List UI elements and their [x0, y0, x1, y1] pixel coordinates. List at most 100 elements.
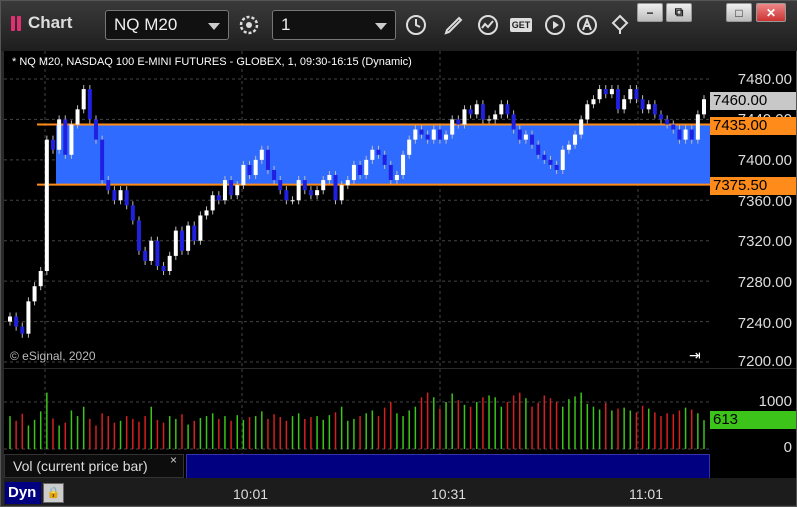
price-chart[interactable]: * NQ M20, NASDAQ 100 E-MINI FUTURES - GL…	[4, 51, 710, 368]
title-bar: Chart NQ M20 1 GET − ⧉ □ ✕	[1, 1, 797, 51]
volume-tick: 1000	[758, 393, 792, 410]
candle-body	[81, 89, 86, 110]
candle-body	[308, 190, 313, 196]
candle-body	[198, 215, 203, 241]
play-icon[interactable]	[540, 10, 570, 40]
candle-body	[241, 164, 246, 186]
candle-body	[75, 109, 80, 125]
maximize-icon: □	[735, 5, 743, 20]
window-title: Chart	[28, 13, 73, 32]
copyright-text: © eSignal, 2020	[10, 349, 96, 363]
study-icon[interactable]	[473, 10, 503, 40]
candle-body	[622, 99, 627, 110]
price-zone	[56, 124, 710, 185]
candle-body	[136, 220, 141, 251]
chart-header: * NQ M20, NASDAQ 100 E-MINI FUTURES - GL…	[12, 56, 412, 68]
settings-icon[interactable]	[234, 10, 264, 40]
maximize-button[interactable]: □	[726, 3, 752, 22]
candle-body	[179, 230, 184, 251]
candle-body	[216, 195, 221, 201]
candle-body	[167, 255, 172, 272]
candle-body	[364, 159, 369, 176]
candle-body	[603, 89, 608, 95]
candle-body	[321, 180, 326, 191]
chart-window: Chart NQ M20 1 GET − ⧉ □ ✕ * NQ M20, NAS…	[0, 0, 797, 507]
volume-tick: 0	[783, 439, 792, 456]
volume-study-label[interactable]: Vol (current price bar)	[4, 454, 184, 478]
candle-body	[536, 144, 541, 155]
clock-icon[interactable]	[401, 10, 431, 40]
minimize-button[interactable]: −	[637, 3, 663, 22]
candle-body	[118, 190, 123, 201]
candle-body	[665, 119, 670, 125]
upper-line-flag: 7435.00	[710, 117, 796, 135]
candle-body	[499, 104, 504, 115]
candle-body	[253, 159, 258, 176]
candle-body	[628, 89, 633, 100]
candle-body	[530, 134, 535, 145]
candle-body	[112, 190, 117, 201]
candle-body	[235, 185, 240, 196]
candle-body	[401, 154, 406, 176]
candle-body	[591, 99, 596, 105]
scroll-to-end-icon[interactable]: ⇥	[689, 347, 701, 364]
candle-body	[474, 104, 479, 115]
candle-body	[50, 139, 55, 150]
candle-body	[192, 225, 197, 241]
candle-body	[32, 286, 37, 302]
candle-body	[339, 185, 344, 201]
candle-body	[560, 149, 565, 170]
study-bar	[186, 454, 710, 480]
lock-icon[interactable]: 🔒	[43, 483, 64, 503]
get-icon[interactable]: GET	[506, 10, 536, 40]
price-tick: 7200.00	[737, 353, 792, 370]
candle-body	[173, 230, 178, 256]
price-tick: 7280.00	[737, 274, 792, 291]
price-axis[interactable]: 7480.00 7440.00 7400.00 7360.00 7320.00 …	[710, 51, 796, 370]
candle-body	[296, 180, 301, 201]
candle-body	[44, 139, 49, 272]
candle-body	[376, 149, 381, 155]
volume-axis[interactable]: 1000 0 613	[710, 369, 796, 478]
alert-icon[interactable]	[572, 10, 602, 40]
candle-body	[462, 109, 467, 125]
price-tick: 7480.00	[737, 71, 792, 88]
dynamic-mode-button[interactable]: Dyn	[5, 482, 41, 504]
candle-body	[431, 129, 436, 140]
candle-body	[695, 114, 700, 140]
pencil-icon[interactable]	[439, 10, 469, 40]
get-label: GET	[509, 18, 533, 32]
price-tick: 7240.00	[737, 315, 792, 332]
interval-dropdown[interactable]: 1	[272, 10, 396, 40]
symbol-dropdown[interactable]: NQ M20	[105, 10, 229, 40]
close-study-icon[interactable]: ×	[170, 453, 177, 467]
candle-body	[468, 109, 473, 115]
candle-body	[247, 164, 252, 176]
candle-body	[327, 175, 332, 181]
restore-button[interactable]: ⧉	[666, 3, 692, 22]
app-title: Chart	[11, 13, 72, 33]
candle-body	[659, 114, 664, 120]
candle-body	[149, 240, 154, 261]
candle-body	[616, 89, 621, 110]
link-icon[interactable]	[605, 10, 635, 40]
price-plot	[4, 51, 710, 368]
candle-body	[517, 129, 522, 140]
candle-body	[450, 119, 455, 135]
candle-body	[124, 190, 129, 206]
candle-body	[370, 149, 375, 160]
candle-body	[186, 225, 191, 251]
lower-line-flag: 7375.50	[710, 177, 796, 195]
candle-body	[542, 154, 547, 160]
candle-body	[646, 104, 651, 110]
interval-value: 1	[281, 15, 291, 34]
candle-body	[284, 190, 289, 201]
candle-body	[394, 175, 399, 181]
close-button[interactable]: ✕	[756, 3, 786, 22]
candle-body	[100, 139, 105, 181]
candle-body	[511, 114, 516, 130]
candle-body	[548, 159, 553, 165]
time-axis[interactable]	[4, 478, 796, 505]
last-price-flag: 7460.00	[710, 92, 796, 110]
candle-body	[652, 104, 657, 115]
